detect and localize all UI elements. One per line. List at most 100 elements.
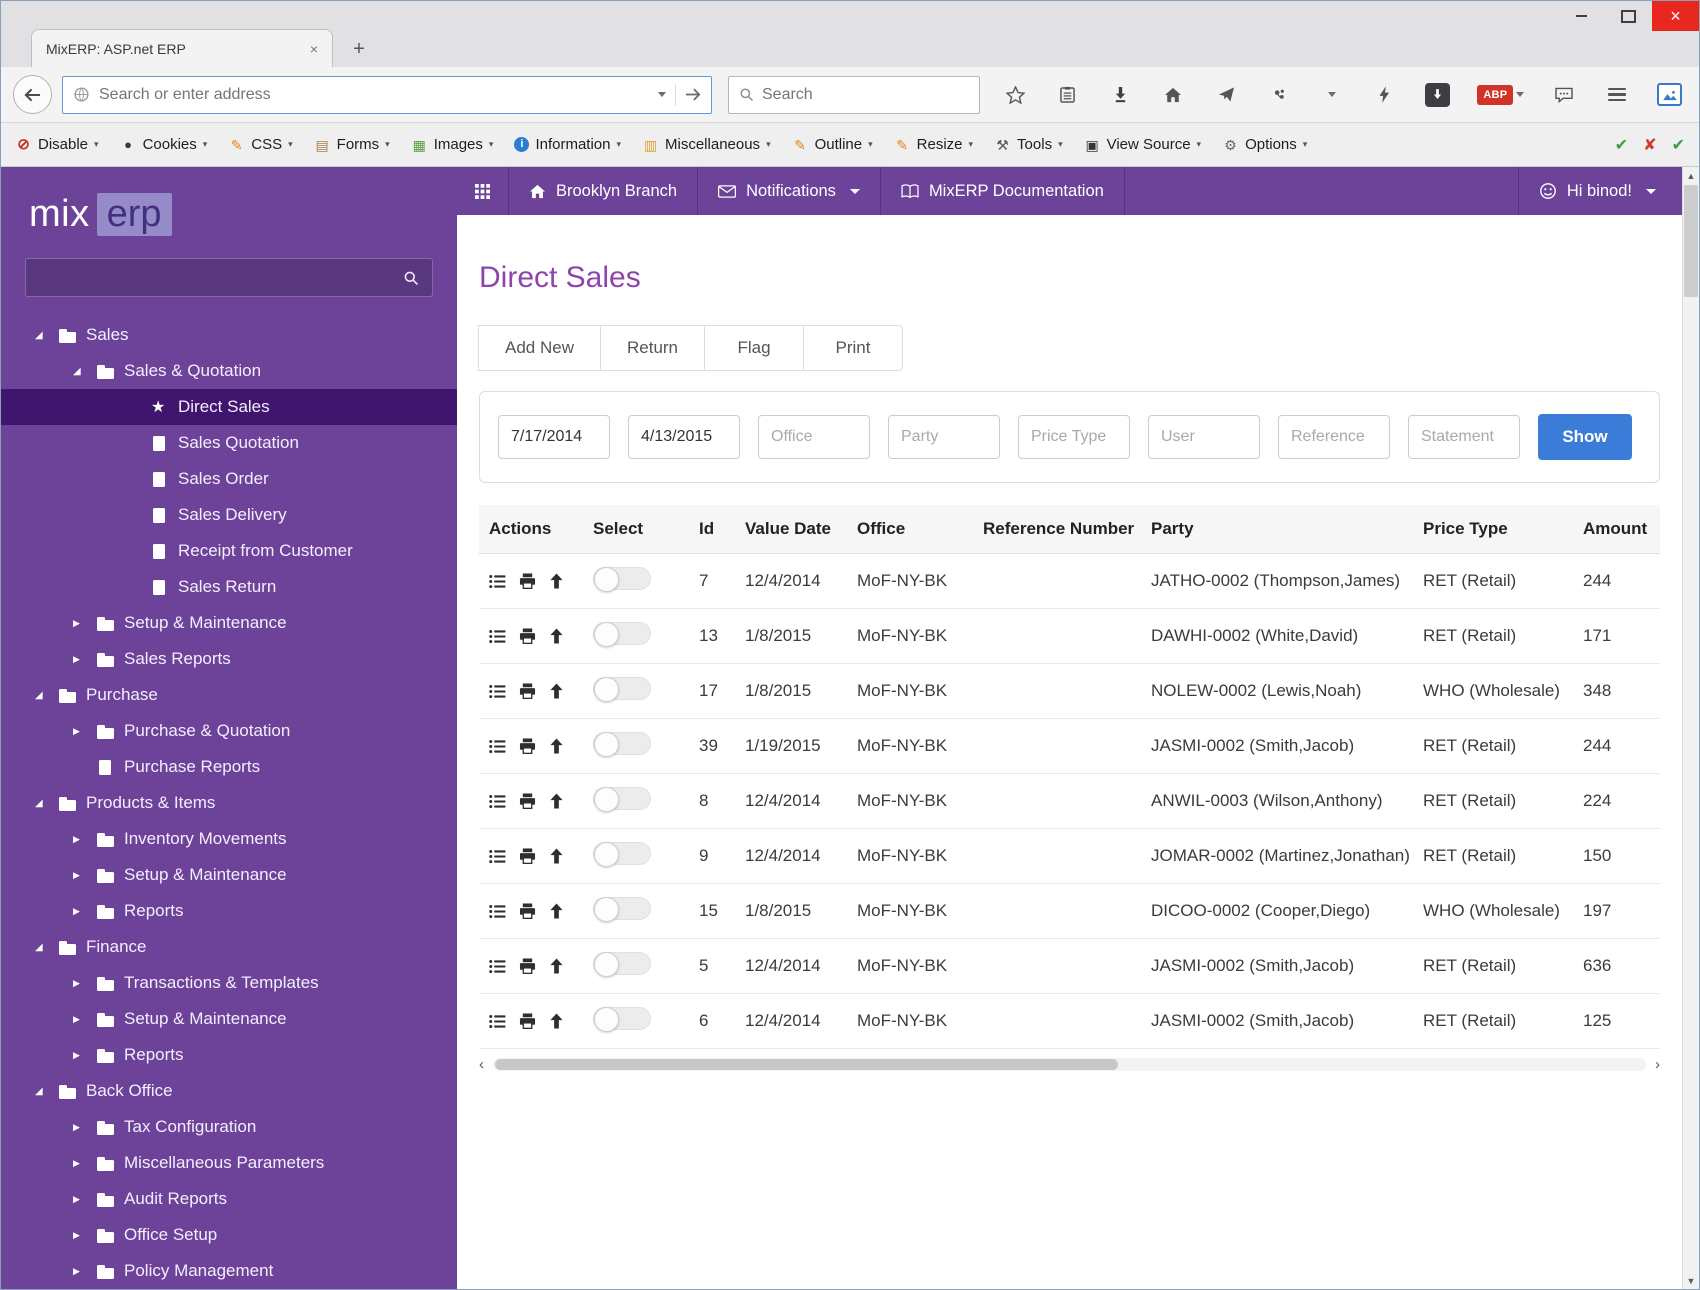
sidebar-item[interactable]: Purchase bbox=[1, 677, 457, 713]
upload-icon[interactable] bbox=[549, 683, 564, 699]
sidebar-item[interactable]: Reports bbox=[1, 893, 457, 929]
sidebar-item[interactable]: Products & Items bbox=[1, 785, 457, 821]
upload-icon[interactable] bbox=[549, 903, 564, 919]
adblock-icon[interactable]: ABP bbox=[1477, 81, 1525, 109]
details-icon[interactable] bbox=[489, 1014, 506, 1029]
page-action-button[interactable]: Return bbox=[599, 325, 706, 371]
tree-toggle-icon[interactable] bbox=[73, 834, 97, 845]
select-toggle[interactable] bbox=[593, 842, 651, 867]
sidebar-item[interactable]: Transactions & Templates bbox=[1, 965, 457, 1001]
screenshot-icon[interactable] bbox=[1657, 81, 1683, 109]
upload-icon[interactable] bbox=[549, 738, 564, 754]
tree-toggle-icon[interactable] bbox=[73, 366, 97, 377]
bookmark-star-icon[interactable] bbox=[1002, 81, 1028, 109]
upload-icon[interactable] bbox=[549, 958, 564, 974]
tree-toggle-icon[interactable] bbox=[73, 978, 97, 989]
print-icon[interactable] bbox=[519, 1013, 536, 1029]
sidebar-item[interactable]: Receipt from Customer bbox=[1, 533, 457, 569]
scroll-left-icon[interactable]: ‹ bbox=[479, 1057, 484, 1072]
date-from-input[interactable] bbox=[498, 415, 610, 459]
print-icon[interactable] bbox=[519, 738, 536, 754]
page-action-button[interactable]: Add New bbox=[478, 325, 601, 371]
upload-icon[interactable] bbox=[549, 1013, 564, 1029]
devbar-menu-item[interactable]: ▥ Miscellaneous bbox=[642, 136, 771, 153]
print-icon[interactable] bbox=[519, 848, 536, 864]
details-icon[interactable] bbox=[489, 684, 506, 699]
search-bar[interactable] bbox=[728, 75, 980, 114]
tree-toggle-icon[interactable] bbox=[73, 1014, 97, 1025]
print-icon[interactable] bbox=[519, 903, 536, 919]
sidebar-item[interactable]: Purchase Reports bbox=[1, 749, 457, 785]
show-button[interactable]: Show bbox=[1538, 414, 1632, 460]
devbar-menu-item[interactable]: ▦ Images bbox=[411, 136, 494, 153]
date-to-input[interactable] bbox=[628, 415, 740, 459]
select-toggle[interactable] bbox=[593, 732, 651, 757]
reading-list-icon[interactable] bbox=[1055, 81, 1081, 109]
search-input[interactable] bbox=[762, 85, 969, 104]
sidebar-item[interactable]: Miscellaneous Parameters bbox=[1, 1145, 457, 1181]
address-input[interactable] bbox=[99, 85, 649, 104]
lightning-icon[interactable] bbox=[1372, 81, 1398, 109]
sidebar-item[interactable]: Purchase & Quotation bbox=[1, 713, 457, 749]
office-filter-input[interactable] bbox=[758, 415, 870, 459]
tree-toggle-icon[interactable] bbox=[35, 798, 59, 809]
scroll-right-icon[interactable]: › bbox=[1655, 1057, 1660, 1072]
menu-icon[interactable] bbox=[1604, 81, 1630, 109]
select-toggle[interactable] bbox=[593, 1007, 651, 1032]
address-bar[interactable] bbox=[62, 75, 712, 114]
devbar-menu-item[interactable]: ▤ Forms bbox=[314, 136, 390, 153]
sidebar-item[interactable]: Sales Quotation bbox=[1, 425, 457, 461]
print-icon[interactable] bbox=[519, 683, 536, 699]
horizontal-scroll-thumb[interactable] bbox=[495, 1059, 1118, 1070]
tree-toggle-icon[interactable] bbox=[73, 618, 97, 629]
devbar-menu-item[interactable]: i Information bbox=[514, 136, 621, 153]
sidebar-item[interactable]: Inventory Movements bbox=[1, 821, 457, 857]
devbar-menu-item[interactable]: ⚙ Options bbox=[1222, 136, 1307, 153]
sidebar-item[interactable]: Setup & Maintenance bbox=[1, 857, 457, 893]
print-icon[interactable] bbox=[519, 793, 536, 809]
sidebar-item[interactable]: Tax Configuration bbox=[1, 1109, 457, 1145]
statement-filter-input[interactable] bbox=[1408, 415, 1520, 459]
select-toggle[interactable] bbox=[593, 677, 651, 702]
upload-icon[interactable] bbox=[549, 848, 564, 864]
sidebar-search[interactable] bbox=[25, 258, 433, 297]
tree-toggle-icon[interactable] bbox=[73, 1158, 97, 1169]
tree-toggle-icon[interactable] bbox=[73, 1230, 97, 1241]
video-download-icon[interactable] bbox=[1425, 81, 1451, 109]
select-toggle[interactable] bbox=[593, 787, 651, 812]
details-icon[interactable] bbox=[489, 959, 506, 974]
tree-toggle-icon[interactable] bbox=[35, 330, 59, 341]
user-filter-input[interactable] bbox=[1148, 415, 1260, 459]
tree-toggle-icon[interactable] bbox=[35, 942, 59, 953]
sidebar-item[interactable]: Sales Return bbox=[1, 569, 457, 605]
tree-toggle-icon[interactable] bbox=[73, 1266, 97, 1277]
address-dropdown-icon[interactable] bbox=[658, 92, 666, 97]
maximize-button[interactable] bbox=[1605, 1, 1652, 31]
downloads-icon[interactable] bbox=[1108, 81, 1134, 109]
devbar-menu-item[interactable]: ⚒ Tools bbox=[994, 136, 1063, 153]
scroll-up-icon[interactable]: ▲ bbox=[1683, 167, 1699, 184]
print-icon[interactable] bbox=[519, 573, 536, 589]
select-toggle[interactable] bbox=[593, 622, 651, 647]
select-toggle[interactable] bbox=[593, 567, 651, 592]
details-icon[interactable] bbox=[489, 739, 506, 754]
home-icon[interactable] bbox=[1160, 81, 1186, 109]
sidebar-item[interactable]: Sales & Quotation bbox=[1, 353, 457, 389]
print-icon[interactable] bbox=[519, 628, 536, 644]
send-icon[interactable] bbox=[1213, 81, 1239, 109]
close-button[interactable] bbox=[1652, 1, 1699, 31]
sidebar-item[interactable]: Sales Order bbox=[1, 461, 457, 497]
upload-icon[interactable] bbox=[549, 628, 564, 644]
sidebar-item[interactable]: Setup & Maintenance bbox=[1, 1001, 457, 1037]
tree-toggle-icon[interactable] bbox=[73, 870, 97, 881]
sidebar-item[interactable]: Back Office bbox=[1, 1073, 457, 1109]
tree-toggle-icon[interactable] bbox=[73, 1050, 97, 1061]
sidebar-item[interactable]: Setup & Maintenance bbox=[1, 605, 457, 641]
user-menu[interactable]: Hi binod! bbox=[1517, 167, 1682, 215]
print-icon[interactable] bbox=[519, 958, 536, 974]
sidebar-item[interactable]: Finance bbox=[1, 929, 457, 965]
sidebar-search-input[interactable] bbox=[39, 268, 403, 287]
go-arrow-icon[interactable] bbox=[685, 88, 701, 101]
status-check-icon[interactable]: ✔ bbox=[1615, 135, 1628, 155]
back-button[interactable] bbox=[13, 75, 52, 114]
